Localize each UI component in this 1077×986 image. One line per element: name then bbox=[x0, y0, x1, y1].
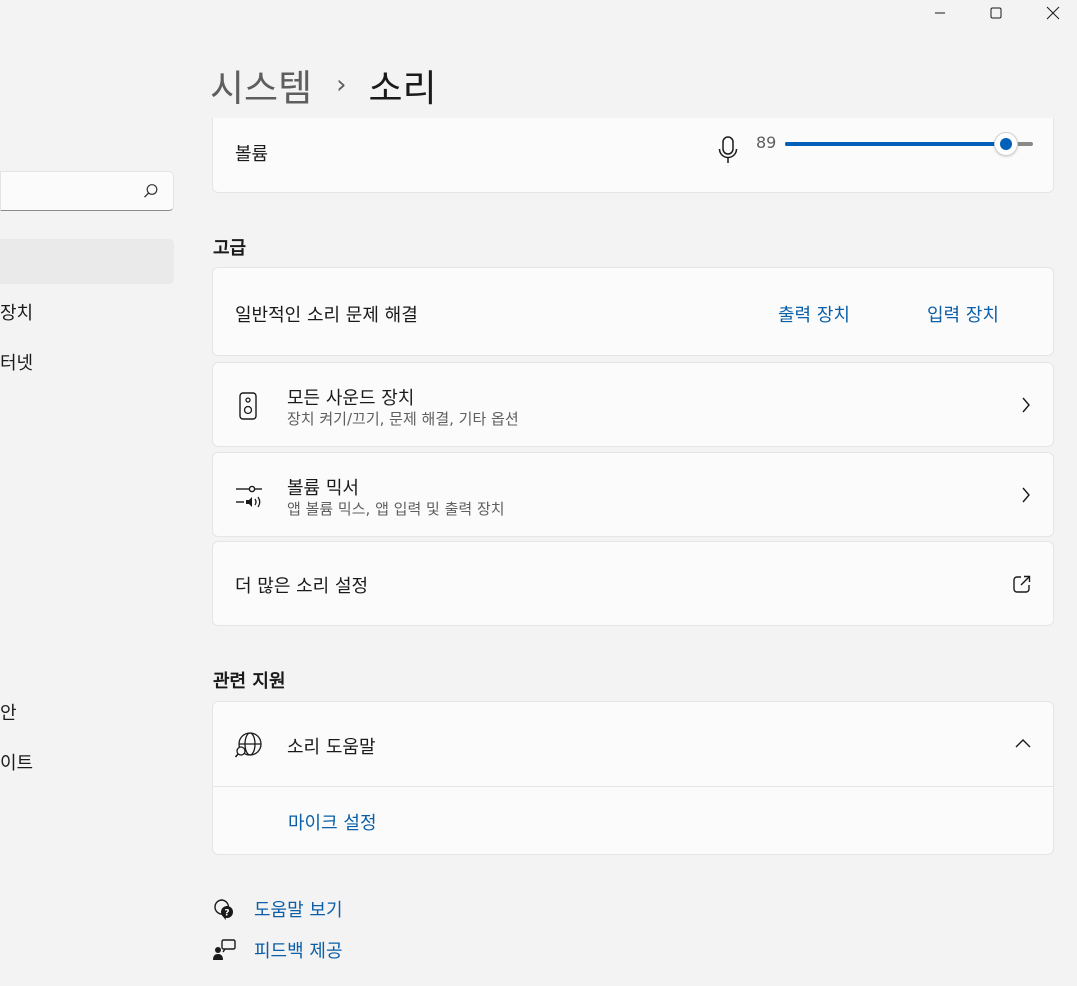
chevron-up-icon bbox=[1015, 739, 1031, 748]
breadcrumb: 시스템 › 소리 bbox=[210, 60, 437, 110]
all-sound-devices-card[interactable]: 모든 사운드 장치 장치 켜기/끄기, 문제 해결, 기타 옵션 bbox=[212, 362, 1054, 447]
input-volume-card: 볼륨 89 bbox=[212, 118, 1054, 193]
more-sound-settings-label: 더 많은 소리 설정 bbox=[235, 576, 369, 597]
sound-help-label: 소리 도움말 bbox=[287, 737, 376, 758]
advanced-section-title: 고급 bbox=[213, 238, 247, 259]
volume-value: 89 bbox=[756, 133, 777, 152]
page-title: 소리 bbox=[368, 67, 437, 110]
troubleshoot-label: 일반적인 소리 문제 해결 bbox=[235, 305, 418, 326]
chevron-right-icon bbox=[1022, 397, 1030, 413]
all-sound-devices-subtitle: 장치 켜기/끄기, 문제 해결, 기타 옵션 bbox=[287, 410, 519, 428]
volume-label: 볼륨 bbox=[235, 144, 269, 165]
chevron-right-icon bbox=[1022, 487, 1030, 503]
related-support-title: 관련 지원 bbox=[213, 671, 286, 692]
settings-window: 장치 터넷 안 이트 시스템 › 소리 볼륨 89 고급 일반적인 소리 문제 … bbox=[0, 0, 1077, 986]
sound-help-header[interactable]: 소리 도움말 bbox=[213, 702, 1053, 786]
get-help-label: 도움말 보기 bbox=[254, 900, 343, 921]
troubleshoot-card: 일반적인 소리 문제 해결 출력 장치 입력 장치 bbox=[212, 267, 1054, 356]
globe-search-icon bbox=[235, 732, 262, 758]
minimize-button[interactable] bbox=[912, 0, 968, 26]
give-feedback-link[interactable]: 피드백 제공 bbox=[212, 937, 343, 963]
divider bbox=[213, 786, 1053, 787]
all-sound-devices-title: 모든 사운드 장치 bbox=[287, 388, 415, 409]
microphone-icon[interactable] bbox=[718, 136, 738, 164]
close-button[interactable] bbox=[1025, 0, 1077, 26]
input-device-link[interactable]: 입력 장치 bbox=[927, 301, 999, 327]
breadcrumb-separator: › bbox=[336, 70, 347, 100]
volume-slider[interactable] bbox=[785, 132, 1033, 156]
sidebar-item-devices[interactable]: 장치 bbox=[0, 299, 33, 325]
microphone-settings-link[interactable]: 마이크 설정 bbox=[288, 809, 377, 835]
minimize-icon bbox=[935, 12, 945, 14]
help-chat-icon: ? bbox=[214, 899, 233, 921]
speaker-device-icon bbox=[239, 392, 257, 420]
feedback-icon bbox=[213, 939, 236, 960]
volume-mixer-subtitle: 앱 볼륨 믹스, 앱 입력 및 출력 장치 bbox=[287, 500, 505, 518]
volume-mixer-card[interactable]: 볼륨 믹서 앱 볼륨 믹스, 앱 입력 및 출력 장치 bbox=[212, 452, 1054, 537]
volume-mixer-title: 볼륨 믹서 bbox=[287, 478, 359, 499]
breadcrumb-parent[interactable]: 시스템 bbox=[210, 58, 312, 112]
volume-slider-thumb[interactable] bbox=[993, 132, 1018, 156]
sidebar-item-privacy-security[interactable]: 안 bbox=[0, 699, 17, 725]
maximize-icon bbox=[990, 7, 1002, 19]
more-sound-settings-card[interactable]: 더 많은 소리 설정 bbox=[212, 541, 1054, 626]
maximize-button[interactable] bbox=[968, 0, 1024, 26]
open-external-icon bbox=[1013, 575, 1031, 593]
volume-slider-fill bbox=[785, 142, 1006, 146]
sidebar-item-system[interactable] bbox=[0, 239, 174, 284]
close-icon bbox=[1046, 6, 1060, 20]
volume-mixer-icon bbox=[236, 485, 262, 508]
sidebar-item-network[interactable]: 터넷 bbox=[0, 349, 33, 375]
search-icon bbox=[144, 184, 158, 198]
sidebar-item-windows-update[interactable]: 이트 bbox=[0, 749, 33, 775]
give-feedback-label: 피드백 제공 bbox=[254, 941, 343, 962]
sound-help-card: 소리 도움말 마이크 설정 bbox=[212, 701, 1054, 855]
get-help-link[interactable]: ? 도움말 보기 bbox=[212, 896, 343, 922]
svg-text:?: ? bbox=[224, 909, 229, 919]
output-device-link[interactable]: 출력 장치 bbox=[778, 301, 850, 327]
settings-search-input[interactable] bbox=[0, 171, 174, 211]
